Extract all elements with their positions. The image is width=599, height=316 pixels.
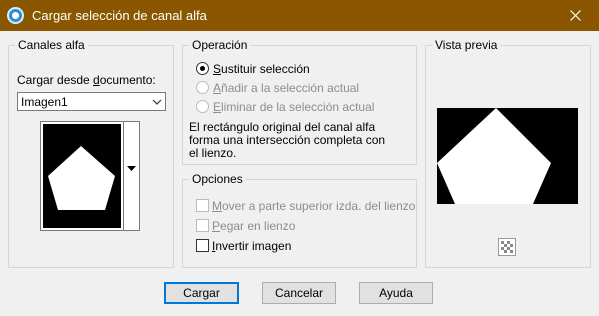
radio-sustituir[interactable]	[196, 62, 209, 75]
check-invertir[interactable]	[196, 239, 209, 252]
cargar-button[interactable]: Cargar	[164, 282, 239, 304]
channel-thumbnail-shape	[48, 146, 115, 210]
operacion-legend: Operación	[189, 38, 251, 52]
channel-name: Selectie 1	[67, 217, 120, 231]
channel-dropdown-button[interactable]	[124, 121, 140, 231]
preview-canvas	[437, 108, 578, 204]
title-bar: Cargar selección de canal alfa	[0, 0, 599, 31]
radio-anadir[interactable]	[196, 81, 209, 94]
canales-legend: Canales alfa	[15, 38, 88, 52]
check-invertir-label[interactable]: Invertir imagen	[212, 239, 291, 253]
dropdown-arrow-icon	[127, 166, 136, 171]
radio-sustituir-label[interactable]: Sustituir selección	[213, 62, 310, 76]
opciones-legend: Opciones	[189, 172, 246, 186]
cancelar-button[interactable]: Cancelar	[262, 282, 336, 304]
checkerboard-icon	[501, 241, 513, 253]
checker-zoom-icon[interactable]	[498, 238, 516, 256]
channel-picker[interactable]	[40, 121, 140, 231]
vista-legend: Vista previa	[432, 38, 501, 52]
document-select[interactable]: Imagen1	[17, 92, 166, 111]
preview-shape	[437, 108, 551, 204]
radio-eliminar[interactable]	[196, 100, 209, 113]
radio-eliminar-label[interactable]: Eliminar de la selección actual	[213, 100, 374, 114]
cargar-desde-label: Cargar desde documento:	[17, 73, 156, 87]
check-pegar-label[interactable]: Pegar en lienzo	[212, 219, 295, 233]
check-mover-label[interactable]: Mover a parte superior izda. del lienzo	[212, 199, 415, 213]
close-icon	[570, 10, 581, 21]
check-pegar[interactable]	[196, 219, 209, 232]
radio-anadir-label[interactable]: Añadir a la selección actual	[213, 81, 359, 95]
info-line-1: El rectángulo original del canal alfa	[189, 120, 376, 134]
info-line-3: el lienzo.	[189, 146, 237, 160]
close-button[interactable]	[553, 0, 599, 31]
check-mover[interactable]	[196, 199, 209, 212]
app-icon	[7, 7, 24, 24]
info-line-2: forma una intersección completa con	[189, 133, 386, 147]
chevron-down-icon	[152, 99, 162, 105]
dialog-body: Canales alfa Cargar desde documento: Ima…	[0, 31, 599, 316]
ayuda-button[interactable]: Ayuda	[359, 282, 433, 304]
document-select-value: Imagen1	[21, 95, 68, 109]
window-title: Cargar selección de canal alfa	[32, 8, 207, 23]
channel-thumbnail	[40, 121, 124, 231]
